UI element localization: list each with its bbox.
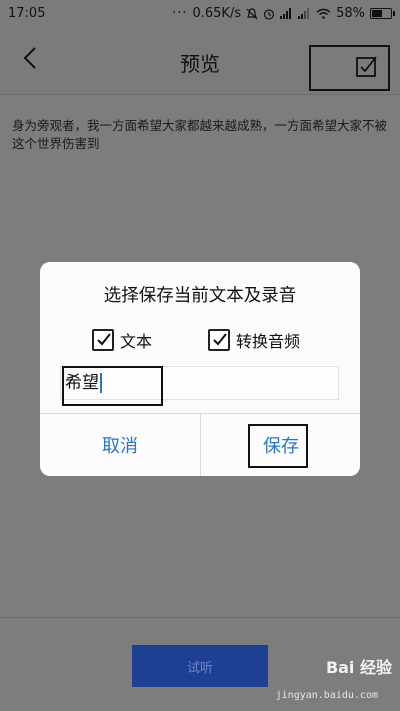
audio-checkbox[interactable] xyxy=(208,329,230,351)
audio-option[interactable]: 转换音频 xyxy=(208,328,300,352)
header: 预览 xyxy=(0,28,400,94)
audio-option-label: 转换音频 xyxy=(236,332,301,351)
wifi-icon xyxy=(316,8,331,19)
save-highlight-box xyxy=(248,424,308,468)
text-option[interactable]: 文本 xyxy=(92,328,152,352)
text-checkbox[interactable] xyxy=(92,329,114,351)
checkbox-check-icon xyxy=(356,55,378,81)
divider xyxy=(0,617,400,618)
input-highlight-box xyxy=(62,366,163,406)
divider xyxy=(0,94,400,95)
notification-dots: ··· xyxy=(172,6,188,21)
status-bar: 17:05 ··· 0.65K/s 58% xyxy=(0,0,400,28)
battery-percent: 58% xyxy=(336,6,365,21)
listen-button[interactable]: 试听 xyxy=(132,645,268,687)
confirm-button[interactable] xyxy=(309,45,390,91)
signal-icon-2 xyxy=(298,8,311,19)
dialog-title: 选择保存当前文本及录音 xyxy=(103,286,297,306)
alarm-icon xyxy=(263,8,275,20)
mute-icon xyxy=(246,7,258,20)
signal-icon xyxy=(280,8,293,19)
cancel-button[interactable]: 取消 xyxy=(40,413,200,476)
network-speed: 0.65K/s xyxy=(192,6,242,21)
save-dialog: 选择保存当前文本及录音 文本 转换音频 希望 取消 保存 xyxy=(40,262,360,476)
status-right: ··· 0.65K/s 58% xyxy=(172,6,395,21)
status-time: 17:05 xyxy=(8,6,46,21)
watermark-url: jingyan.baidu.com xyxy=(275,690,378,701)
preview-text: 身为旁观者，我一方面希望大家都越来越成熟，一方面希望大家不被这个世界伤害到 xyxy=(12,118,388,151)
watermark-logo: Bai 经验 xyxy=(325,658,392,677)
text-option-label: 文本 xyxy=(120,332,153,351)
battery-icon xyxy=(370,8,395,19)
